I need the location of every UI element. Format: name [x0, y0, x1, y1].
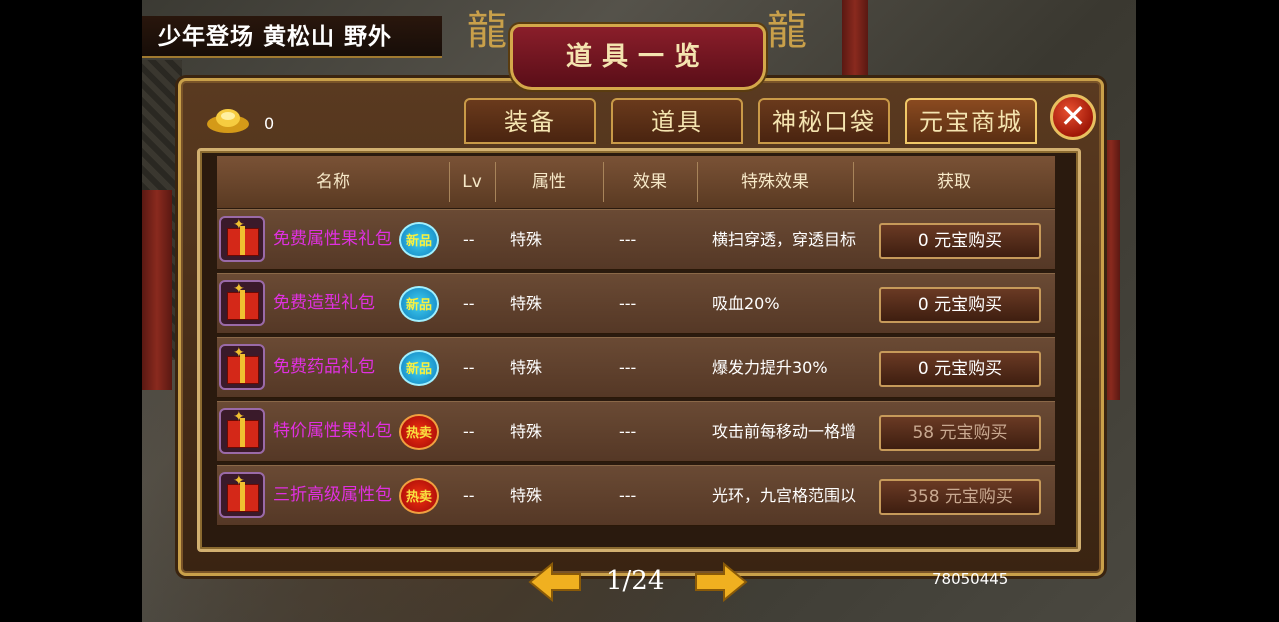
- page-indicator: 1/24: [606, 566, 665, 596]
- tab-items[interactable]: 道具: [611, 98, 743, 144]
- buy-button[interactable]: 358 元宝购买: [879, 479, 1041, 515]
- close-button[interactable]: ✕: [1050, 94, 1096, 140]
- item-special-effect: 光环，九宫格范围以: [712, 486, 857, 505]
- item-attribute: 特殊: [510, 358, 543, 377]
- item-attribute: 特殊: [510, 294, 543, 313]
- item-level: --: [463, 294, 475, 313]
- gold-ingot-icon: [207, 109, 249, 133]
- header-acquire: 获取: [937, 172, 971, 192]
- item-effect: ---: [619, 294, 637, 313]
- tab-mystery-bag[interactable]: 神秘口袋: [758, 98, 890, 144]
- gift-bow: ✦: [233, 281, 245, 297]
- item-level: --: [463, 486, 475, 505]
- gift-bow: ✦: [233, 409, 245, 425]
- item-effect: ---: [619, 422, 637, 441]
- item-level: --: [463, 358, 475, 377]
- item-attribute: 特殊: [510, 230, 543, 249]
- location-bar: 少年登场 黄松山 野外: [142, 16, 442, 58]
- gift-bow: ✦: [233, 217, 245, 233]
- background-pillar: [1102, 140, 1120, 400]
- header-attribute: 属性: [532, 172, 566, 192]
- item-effect: ---: [619, 230, 637, 249]
- item-level: --: [463, 422, 475, 441]
- new-badge: 新品: [399, 350, 439, 386]
- gift-box-icon: ✦: [219, 216, 265, 262]
- tab-equipment[interactable]: 装备: [464, 98, 596, 144]
- header-level: Lv: [462, 172, 482, 192]
- gift-box-icon: ✦: [219, 280, 265, 326]
- item-effect: ---: [619, 358, 637, 377]
- item-name: 免费造型礼包: [273, 293, 375, 313]
- buy-button[interactable]: 0 元宝购买: [879, 351, 1041, 387]
- next-page-arrow-icon[interactable]: [694, 562, 748, 602]
- item-attribute: 特殊: [510, 486, 543, 505]
- table-row[interactable]: ✦ 免费药品礼包 新品 -- 特殊 --- 爆发力提升30% 0 元宝购买: [217, 337, 1055, 398]
- window-title: 道具一览: [510, 24, 766, 90]
- header-name: 名称: [316, 172, 350, 192]
- item-name: 特价属性果礼包: [273, 421, 392, 441]
- table-row[interactable]: ✦ 特价属性果礼包 热卖 -- 特殊 --- 攻击前每移动一格增 58 元宝购买: [217, 401, 1055, 462]
- item-level: --: [463, 230, 475, 249]
- header-special-effect: 特殊效果: [741, 172, 809, 192]
- item-name: 免费属性果礼包: [273, 229, 392, 249]
- gift-bow: ✦: [233, 345, 245, 361]
- item-name: 免费药品礼包: [273, 357, 375, 377]
- gift-box-icon: ✦: [219, 344, 265, 390]
- hot-badge: 热卖: [399, 478, 439, 514]
- new-badge: 新品: [399, 286, 439, 322]
- gift-bow: ✦: [233, 473, 245, 489]
- gift-box-icon: ✦: [219, 408, 265, 454]
- tab-ingot-shop[interactable]: 元宝商城: [905, 98, 1037, 144]
- prev-page-arrow-icon[interactable]: [528, 562, 582, 602]
- item-special-effect: 攻击前每移动一格增: [712, 422, 857, 441]
- background-pillar: [142, 190, 172, 390]
- table-row[interactable]: ✦ 免费属性果礼包 新品 -- 特殊 --- 横扫穿透，穿透目标 0 元宝购买: [217, 209, 1055, 270]
- item-special-effect: 横扫穿透，穿透目标: [712, 230, 857, 249]
- table-row[interactable]: ✦ 三折高级属性包 热卖 -- 特殊 --- 光环，九宫格范围以 358 元宝购…: [217, 465, 1055, 526]
- buy-button[interactable]: 58 元宝购买: [879, 415, 1041, 451]
- buy-button[interactable]: 0 元宝购买: [879, 223, 1041, 259]
- gift-box-icon: ✦: [219, 472, 265, 518]
- item-attribute: 特殊: [510, 422, 543, 441]
- buy-button[interactable]: 0 元宝购买: [879, 287, 1041, 323]
- hot-badge: 热卖: [399, 414, 439, 450]
- item-name: 三折高级属性包: [273, 485, 392, 505]
- background-pillar: [842, 0, 868, 90]
- table-header: 名称 Lv 属性 效果 特殊效果 获取: [217, 156, 1055, 208]
- item-effect: ---: [619, 486, 637, 505]
- new-badge: 新品: [399, 222, 439, 258]
- table-row[interactable]: ✦ 免费造型礼包 新品 -- 特殊 --- 吸血20% 0 元宝购买: [217, 273, 1055, 334]
- header-effect: 效果: [633, 172, 667, 192]
- item-special-effect: 吸血20%: [712, 294, 780, 313]
- item-special-effect: 爆发力提升30%: [712, 358, 828, 377]
- player-id: 78050445: [932, 570, 1009, 588]
- gold-count: 0: [264, 114, 275, 133]
